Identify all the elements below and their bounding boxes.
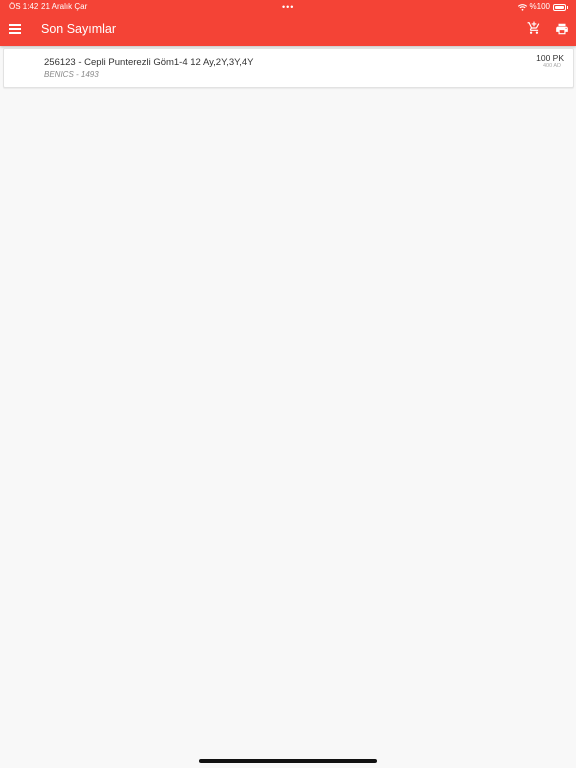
- wifi-icon: [517, 3, 527, 11]
- status-bar: ÖS 1:42 21 Aralık Çar ••• %100: [0, 0, 576, 14]
- battery-percentage: %100: [529, 2, 550, 11]
- status-date: 21 Aralık Çar: [41, 2, 88, 11]
- print-button[interactable]: [555, 22, 569, 36]
- app-bar: ÖS 1:42 21 Aralık Çar ••• %100 Son Sayım…: [0, 0, 576, 46]
- page-title: Son Sayımlar: [41, 22, 117, 36]
- add-cart-icon: [527, 21, 540, 34]
- battery-icon: [553, 3, 568, 11]
- status-time: ÖS 1:42: [9, 2, 39, 11]
- list-item[interactable]: 256123 - Cepli Punterezli Göm1-4 12 Ay,2…: [3, 48, 574, 88]
- menu-button[interactable]: [9, 22, 23, 36]
- item-subtitle: BENICS - 1493: [44, 70, 99, 79]
- printer-icon: [556, 23, 568, 35]
- multitasking-dots[interactable]: •••: [282, 0, 294, 14]
- home-indicator[interactable]: [199, 759, 377, 763]
- menu-icon: [9, 24, 21, 26]
- status-indicators: %100: [517, 0, 568, 14]
- add-to-cart-button[interactable]: [527, 21, 543, 37]
- item-quantity-secondary: 400 AD: [542, 63, 561, 69]
- item-quantity: 100 PK: [536, 53, 564, 63]
- item-title: 256123 - Cepli Punterezli Göm1-4 12 Ay,2…: [44, 57, 254, 68]
